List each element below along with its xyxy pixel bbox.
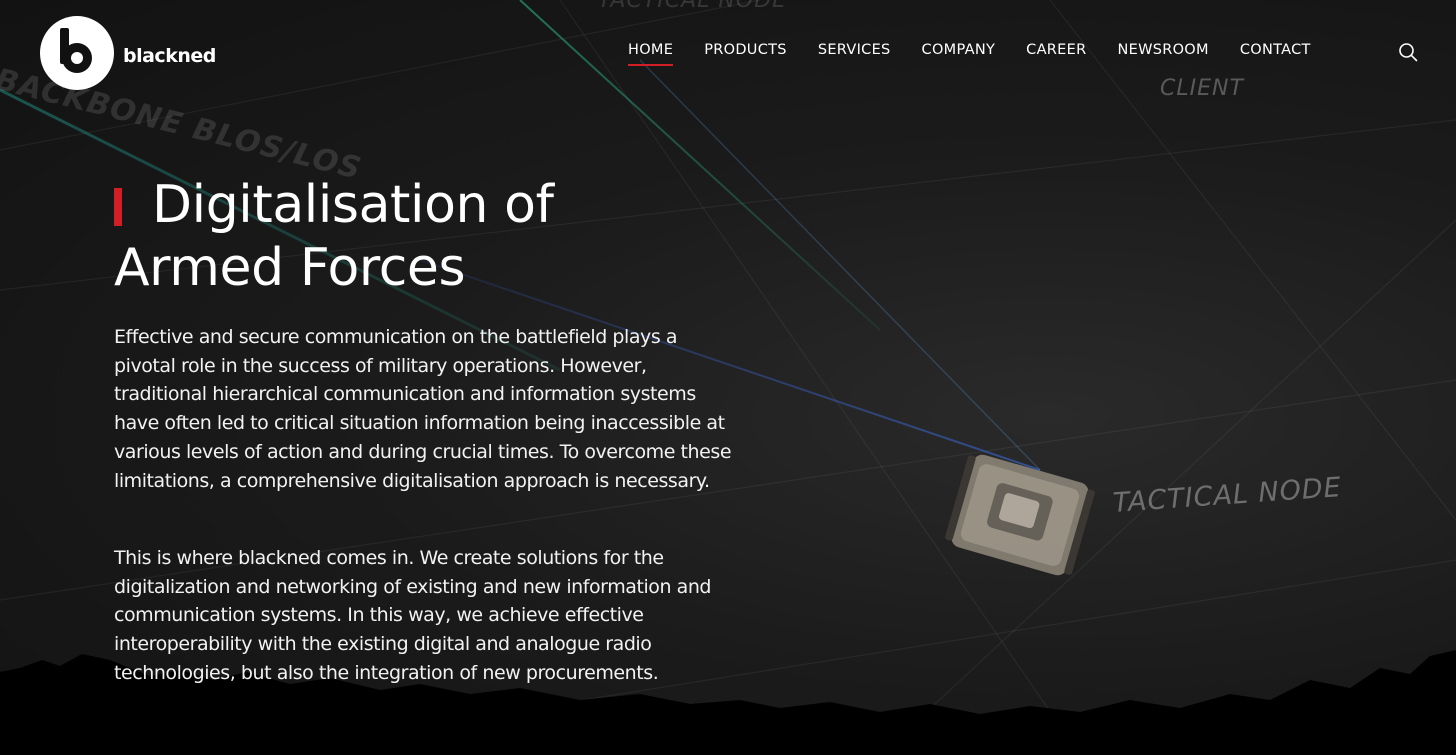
nav-item-products[interactable]: PRODUCTS <box>704 42 787 64</box>
hero-section: BACKBONE BLOS/LOS TACTICAL NODE CLIENT T… <box>0 0 1456 755</box>
map-label-top: TACTICAL NODE <box>598 0 788 13</box>
page-title: Digitalisation of Armed Forces <box>114 175 554 298</box>
vehicle-illustration <box>945 454 1095 576</box>
nav-item-career[interactable]: CAREER <box>1026 42 1086 64</box>
nav-item-newsroom[interactable]: NEWSROOM <box>1117 42 1208 64</box>
intro-paragraph: Effective and secure communication on th… <box>114 326 732 492</box>
brand-name: blackned <box>123 45 216 67</box>
blackned-paragraph: This is where blackned comes in. We crea… <box>114 547 712 684</box>
nav-item-company[interactable]: COMPANY <box>922 42 996 64</box>
main-nav: HOME PRODUCTS SERVICES COMPANY CAREER NE… <box>628 42 1342 66</box>
nav-item-services[interactable]: SERVICES <box>818 42 891 64</box>
nav-item-home[interactable]: HOME <box>628 42 674 66</box>
map-label-client: CLIENT <box>1160 76 1244 101</box>
nav-item-contact[interactable]: CONTACT <box>1240 42 1311 64</box>
search-icon[interactable] <box>1398 42 1418 62</box>
brand-logo[interactable]: blackned <box>40 16 216 90</box>
blackned-logo-icon <box>40 16 114 90</box>
